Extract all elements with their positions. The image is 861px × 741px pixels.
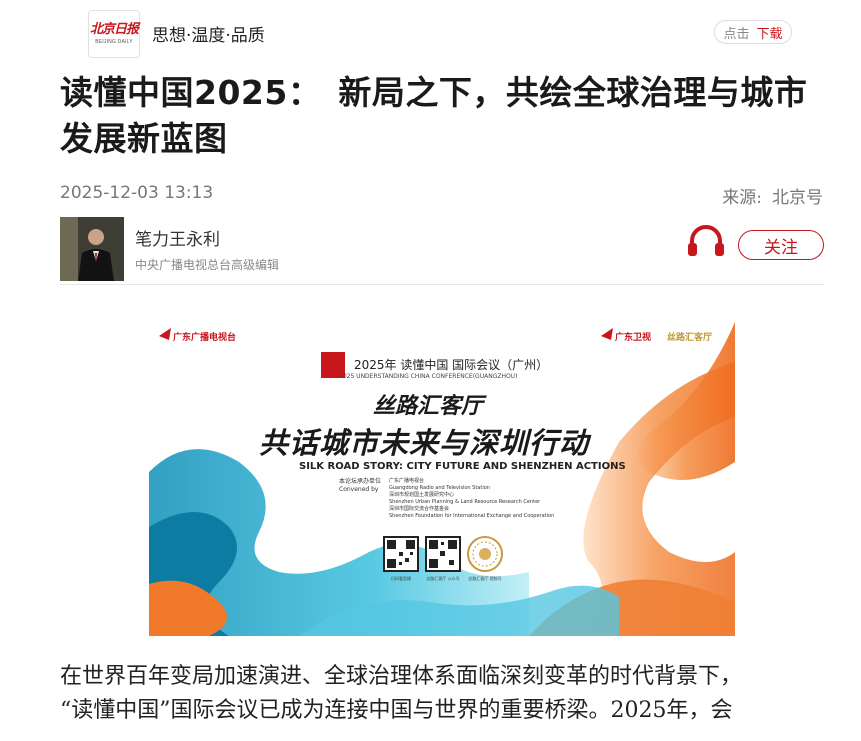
divider <box>60 284 824 285</box>
site-slogan: 思想·温度·品质 <box>152 26 265 46</box>
listen-button[interactable] <box>686 225 726 257</box>
download-label: 下载 <box>756 26 783 42</box>
download-button[interactable]: 点击 下载 <box>714 20 792 44</box>
follow-button[interactable]: 关注 <box>738 230 824 260</box>
source-name[interactable]: 北京号 <box>772 183 823 208</box>
convener-line: Guangdong Radio and Television Station <box>389 485 490 491</box>
poster-heading-en: SILK ROAD STORY: CITY FUTURE AND SHENZHE… <box>299 461 626 472</box>
convened-cn: 本论坛承办单位 <box>339 478 382 485</box>
article-title: 读懂中国2025： 新局之下，共绘全球治理与城市发展新蓝图 <box>60 73 808 158</box>
convener-line: Shenzhen Urban Planning & Land Resource … <box>389 499 541 505</box>
convener-line: 深圳市规划国土发展研究中心 <box>389 492 455 498</box>
convener-line: 广东广播电视台 <box>389 478 425 484</box>
mini-program-code-icon <box>467 536 503 572</box>
body-paragraph-line: “读懂中国”国际会议已成为连接中国与世界的重要桥梁。2025年，会 <box>60 698 733 723</box>
qr-code-icon <box>383 536 419 572</box>
author-name[interactable]: 笔力王永利 <box>135 225 220 250</box>
poster-heading-1: 丝路汇客厅 <box>373 394 484 419</box>
qr-label: 丝路汇客厅 公众号 <box>426 576 460 581</box>
qr-code-icon <box>425 536 461 572</box>
body-paragraph-line: 在世界百年变局加速演进、全球治理体系面临深刻变革的时代背景下， <box>60 664 743 689</box>
source-label: 来源: <box>722 188 762 208</box>
logo-text: 北京日报 <box>89 22 139 37</box>
article-poster-image[interactable]: 广东广播电视台 广东卫视 丝路汇客厅 2025年 读懂中国 国际会议（广州） 2… <box>149 322 735 636</box>
convener-line: Shenzhen Foundation for International Ex… <box>389 513 555 519</box>
author-avatar[interactable] <box>60 217 124 281</box>
publish-date: 2025-12-03 13:13 <box>60 183 214 203</box>
poster-conference-en: 2025 UNDERSTANDING CHINA CONFERENCE(GUAN… <box>339 373 518 380</box>
article-body: 在世界百年变局加速演进、全球治理体系面临深刻变革的时代背景下， “读懂中国”国际… <box>60 660 835 728</box>
author-portrait-icon <box>60 217 124 281</box>
site-logo[interactable]: 北京日报 BEIJING DAILY <box>88 10 140 58</box>
poster-conference: 2025年 读懂中国 国际会议（广州） <box>354 358 549 372</box>
poster-org-right-2: 丝路汇客厅 <box>667 333 713 343</box>
convener-line: 深圳市国际交流合作基金会 <box>389 506 450 512</box>
qr-label: 扫码看直播 <box>391 576 411 581</box>
qr-label: 丝路汇客厅 视频号 <box>468 576 502 581</box>
poster-org-right: 广东卫视 <box>615 333 652 343</box>
convened-en: Convened by <box>339 486 379 493</box>
poster-conveners: 广东广播电视台 Guangdong Radio and Television S… <box>389 478 639 520</box>
poster-heading-2: 共话城市未来与深圳行动 <box>259 426 590 460</box>
headphones-icon <box>688 225 724 256</box>
poster-convened: 本论坛承办单位 Convened by <box>339 478 381 494</box>
download-prefix: 点击 <box>723 26 750 42</box>
logo-subtext: BEIJING DAILY <box>95 39 133 45</box>
poster-org-left: 广东广播电视台 <box>173 333 237 343</box>
author-role: 中央广播电视总台高级编辑 <box>135 258 280 272</box>
article-source: 来源: 北京号 <box>722 183 823 208</box>
